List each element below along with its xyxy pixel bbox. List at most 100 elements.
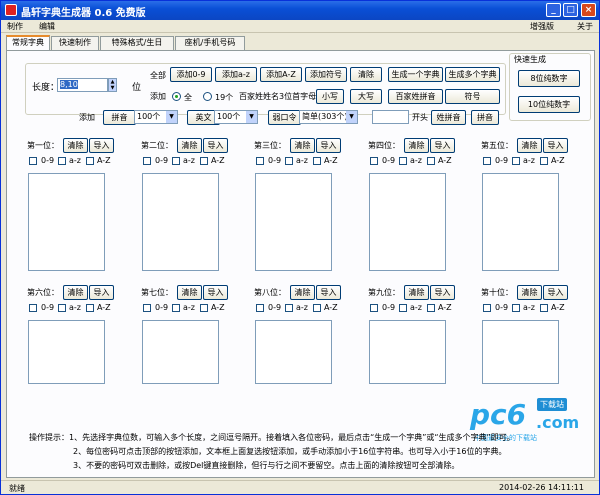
slot-import-button[interactable]: 导入: [430, 138, 455, 153]
title-bar[interactable]: 晶轩字典生成器 0.6 免费版 _ □ ×: [1, 1, 599, 20]
slot-list[interactable]: [255, 320, 332, 384]
length-input[interactable]: 8,10: [57, 78, 108, 92]
slot-a-z-checkbox[interactable]: [512, 304, 520, 312]
slot-A-Z-checkbox[interactable]: [86, 157, 94, 165]
all-radio[interactable]: [172, 92, 181, 101]
ten-digit-button[interactable]: 10位纯数字: [518, 96, 580, 113]
slot-clear-button[interactable]: 清除: [517, 138, 542, 153]
slot-list[interactable]: [369, 173, 446, 271]
slot-0-9-checkbox[interactable]: [143, 157, 151, 165]
surname-pinyin-prefix-button[interactable]: 姓拼音: [431, 110, 466, 125]
close-button[interactable]: ×: [581, 3, 596, 17]
tab-special-format[interactable]: 特殊格式/生日: [100, 36, 174, 50]
slot-list[interactable]: [142, 320, 219, 384]
length-spinner[interactable]: ▲ ▼: [108, 78, 117, 92]
symbol-button[interactable]: 符号: [445, 89, 500, 104]
slot-0-9-checkbox[interactable]: [483, 304, 491, 312]
prefix-input[interactable]: [372, 110, 409, 124]
slot-clear-button[interactable]: 清除: [177, 138, 202, 153]
tab-regular-dictionary[interactable]: 常规字典: [6, 35, 50, 51]
slot-0-9-checkbox[interactable]: [256, 304, 264, 312]
slot-a-z-checkbox[interactable]: [58, 304, 66, 312]
maximize-button[interactable]: □: [563, 3, 578, 17]
slot-clear-button[interactable]: 清除: [63, 285, 88, 300]
slot-a-z-checkbox[interactable]: [285, 157, 293, 165]
slot-import-button[interactable]: 导入: [316, 285, 341, 300]
slot-clear-button[interactable]: 清除: [290, 285, 315, 300]
english-count-select[interactable]: 100个 ▼: [214, 110, 258, 124]
slot-A-Z-checkbox[interactable]: [427, 304, 435, 312]
slot-import-button[interactable]: 导入: [203, 138, 228, 153]
slot-A-Z-checkbox[interactable]: [86, 304, 94, 312]
slot-list[interactable]: [28, 320, 105, 384]
slot-a-z-checkbox[interactable]: [399, 304, 407, 312]
slot-list[interactable]: [369, 320, 446, 384]
slot-list[interactable]: [482, 320, 559, 384]
slot-0-9-checkbox[interactable]: [483, 157, 491, 165]
generate-one-dictionary-button[interactable]: 生成一个字典: [388, 67, 443, 82]
slot-clear-button[interactable]: 清除: [290, 138, 315, 153]
slot-0-9-checkbox[interactable]: [370, 157, 378, 165]
slot-import-button[interactable]: 导入: [430, 285, 455, 300]
slot-0-9-checkbox[interactable]: [29, 157, 37, 165]
slot-A-Z-checkbox[interactable]: [313, 304, 321, 312]
slot-clear-button[interactable]: 清除: [404, 285, 429, 300]
slot-A-Z-checkbox[interactable]: [200, 157, 208, 165]
slot-clear-button[interactable]: 清除: [404, 138, 429, 153]
uppercase-button[interactable]: 大写: [350, 89, 382, 104]
slot-a-z-checkbox[interactable]: [172, 304, 180, 312]
clear-all-button[interactable]: 清除: [350, 67, 382, 82]
slot-A-Z-checkbox[interactable]: [200, 304, 208, 312]
tab-phone-numbers[interactable]: 座机/手机号码: [175, 36, 245, 50]
add-A-Z-button[interactable]: 添加A-Z: [260, 67, 302, 82]
menu-about[interactable]: 关于: [577, 21, 593, 32]
app-icon: [5, 4, 17, 16]
slot-list[interactable]: [482, 173, 559, 271]
slot-0-9-checkbox[interactable]: [256, 157, 264, 165]
menu-upgrade[interactable]: 增强版: [530, 21, 554, 32]
minimize-button[interactable]: _: [546, 3, 561, 17]
surname-pinyin-button[interactable]: 百家姓拼音: [388, 89, 443, 104]
slot-A-Z-checkbox[interactable]: [427, 157, 435, 165]
tab-quick-make[interactable]: 快速制作: [51, 36, 99, 50]
slot-label: 第五位：: [481, 141, 513, 150]
slot-import-button[interactable]: 导入: [89, 138, 114, 153]
slot-A-Z-label: A-Z: [324, 156, 338, 165]
slot-0-9-checkbox[interactable]: [143, 304, 151, 312]
slot-a-z-checkbox[interactable]: [285, 304, 293, 312]
pinyin-prefix-button[interactable]: 拼音: [471, 110, 499, 125]
slot-A-Z-checkbox[interactable]: [540, 157, 548, 165]
pinyin-button[interactable]: 拼音: [103, 110, 136, 125]
slot-a-z-checkbox[interactable]: [399, 157, 407, 165]
add-a-z-button[interactable]: 添加a-z: [215, 67, 257, 82]
slot-list[interactable]: [142, 173, 219, 271]
slot-list[interactable]: [28, 173, 105, 271]
slot-list[interactable]: [255, 173, 332, 271]
count-radio[interactable]: [203, 92, 212, 101]
menu-edit[interactable]: 编辑: [39, 21, 55, 32]
slot-clear-button[interactable]: 清除: [517, 285, 542, 300]
slot-import-button[interactable]: 导入: [203, 285, 228, 300]
add-symbols-button[interactable]: 添加符号: [305, 67, 347, 82]
slot-import-button[interactable]: 导入: [543, 138, 568, 153]
slot-0-9-checkbox[interactable]: [29, 304, 37, 312]
slot-a-z-checkbox[interactable]: [172, 157, 180, 165]
generate-multiple-dictionaries-button[interactable]: 生成多个字典: [445, 67, 500, 82]
slot-clear-button[interactable]: 清除: [177, 285, 202, 300]
slot-import-button[interactable]: 导入: [316, 138, 341, 153]
slot-a-z-checkbox[interactable]: [512, 157, 520, 165]
lowercase-button[interactable]: 小写: [316, 89, 344, 104]
slot-import-button[interactable]: 导入: [543, 285, 568, 300]
add-0-9-button[interactable]: 添加0-9: [170, 67, 212, 82]
slot-A-Z-checkbox[interactable]: [313, 157, 321, 165]
weak-password-select[interactable]: 简单(303个) ▼: [299, 110, 358, 124]
pinyin-count-select[interactable]: 100个 ▼: [134, 110, 178, 124]
eight-digit-button[interactable]: 8位纯数字: [518, 70, 580, 87]
slot-import-button[interactable]: 导入: [89, 285, 114, 300]
slot-a-z-checkbox[interactable]: [58, 157, 66, 165]
slot-0-9-checkbox[interactable]: [370, 304, 378, 312]
slot-A-Z-checkbox[interactable]: [540, 304, 548, 312]
menu-make[interactable]: 制作: [7, 21, 23, 32]
slot-clear-button[interactable]: 清除: [63, 138, 88, 153]
weak-password-button[interactable]: 弱口令: [268, 110, 301, 125]
